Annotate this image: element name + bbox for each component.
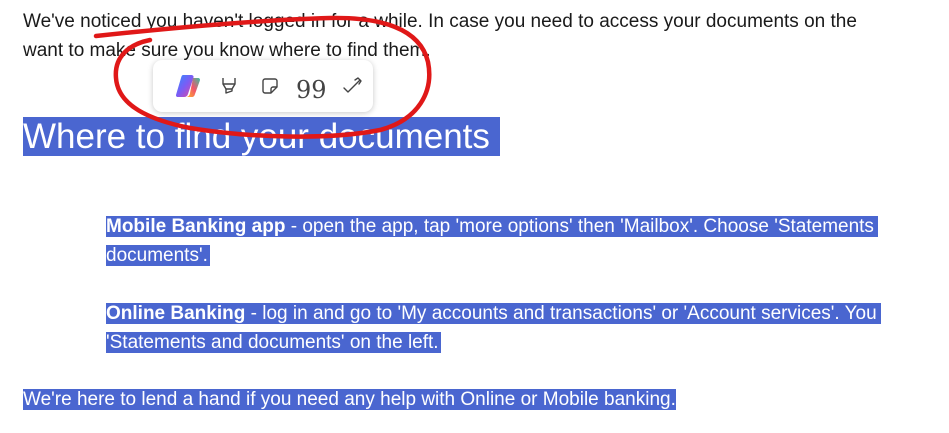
mobile-banking-paragraph: Mobile Banking app - open the app, tap '… — [106, 212, 949, 270]
online-banking-text-cont: 'Statements and documents' on the left. — [106, 332, 441, 353]
intro-text: We've noticed you haven't logged in for … — [23, 7, 949, 65]
quote-button[interactable]: 99 — [291, 68, 332, 104]
online-banking-text: - log in and go to 'My accounts and tran… — [245, 303, 877, 324]
mobile-banking-text-cont: documents'. — [106, 245, 210, 266]
paragraph-line: Online Banking - log in and go to 'My ac… — [106, 299, 949, 328]
paragraph-line: 'Statements and documents' on the left. — [106, 328, 949, 357]
copilot-button[interactable] — [167, 68, 208, 104]
check-markup-icon — [343, 77, 363, 93]
highlight-button[interactable] — [208, 68, 249, 104]
mobile-banking-text: - open the app, tap 'more options' then … — [285, 216, 874, 237]
online-banking-paragraph: Online Banking - log in and go to 'My ac… — [106, 299, 949, 357]
online-banking-title: Online Banking — [106, 303, 246, 324]
sticky-note-icon — [262, 78, 278, 94]
closing-text: We're here to lend a hand if you need an… — [23, 385, 676, 414]
section-heading: Where to find your documents — [23, 114, 500, 159]
copilot-icon — [175, 75, 200, 97]
intro-line-1: We've noticed you haven't logged in for … — [23, 11, 857, 32]
highlighter-icon — [222, 78, 236, 94]
quote-icon: 99 — [295, 76, 327, 104]
closing-text-content: We're here to lend a hand if you need an… — [23, 389, 676, 410]
sticky-note-button[interactable] — [249, 68, 290, 104]
section-heading-text: Where to find your documents — [23, 117, 500, 156]
mobile-banking-title: Mobile Banking app — [106, 216, 286, 237]
paragraph-line: Mobile Banking app - open the app, tap '… — [106, 212, 949, 241]
paragraph-line: documents'. — [106, 241, 949, 270]
selection-toolbar: 99 — [153, 60, 373, 112]
markup-button[interactable] — [332, 68, 373, 104]
